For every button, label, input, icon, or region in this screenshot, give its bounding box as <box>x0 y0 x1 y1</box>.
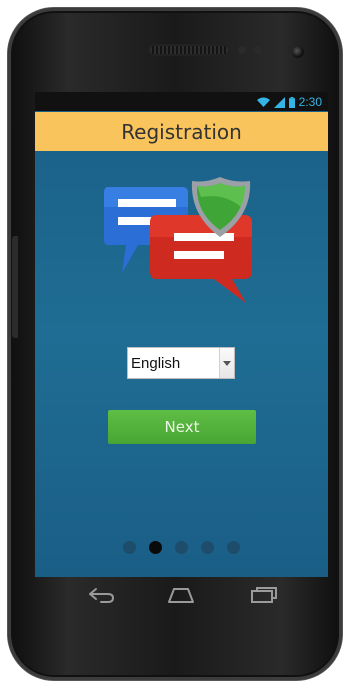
front-camera <box>292 46 304 58</box>
language-select[interactable]: English <box>127 347 235 379</box>
page-dot <box>175 541 188 554</box>
language-select-value: English <box>131 354 181 372</box>
back-icon[interactable] <box>86 585 116 605</box>
title-bar: Registration <box>35 112 328 151</box>
chevron-down-icon[interactable] <box>219 348 234 378</box>
page-title: Registration <box>121 119 242 144</box>
side-volume-button <box>12 236 18 338</box>
wifi-icon <box>256 97 270 107</box>
page-indicator <box>123 541 240 554</box>
status-time: 2:30 <box>298 95 322 109</box>
recent-apps-icon[interactable] <box>248 585 278 605</box>
signal-icon <box>273 96 285 108</box>
light-sensor <box>254 46 262 54</box>
chat-shield-logo-icon <box>104 177 252 303</box>
battery-icon <box>288 96 295 108</box>
earpiece-speaker <box>150 46 228 54</box>
page-dot <box>201 541 214 554</box>
page-dot-active <box>149 541 162 554</box>
status-bar: 2:30 <box>35 92 328 111</box>
home-icon[interactable] <box>166 585 196 605</box>
proximity-sensor <box>238 46 246 54</box>
next-button[interactable]: Next <box>108 410 256 444</box>
page-dot <box>227 541 240 554</box>
app-screen: 2:30 Registration English Next <box>35 92 328 577</box>
page-dot <box>123 541 136 554</box>
